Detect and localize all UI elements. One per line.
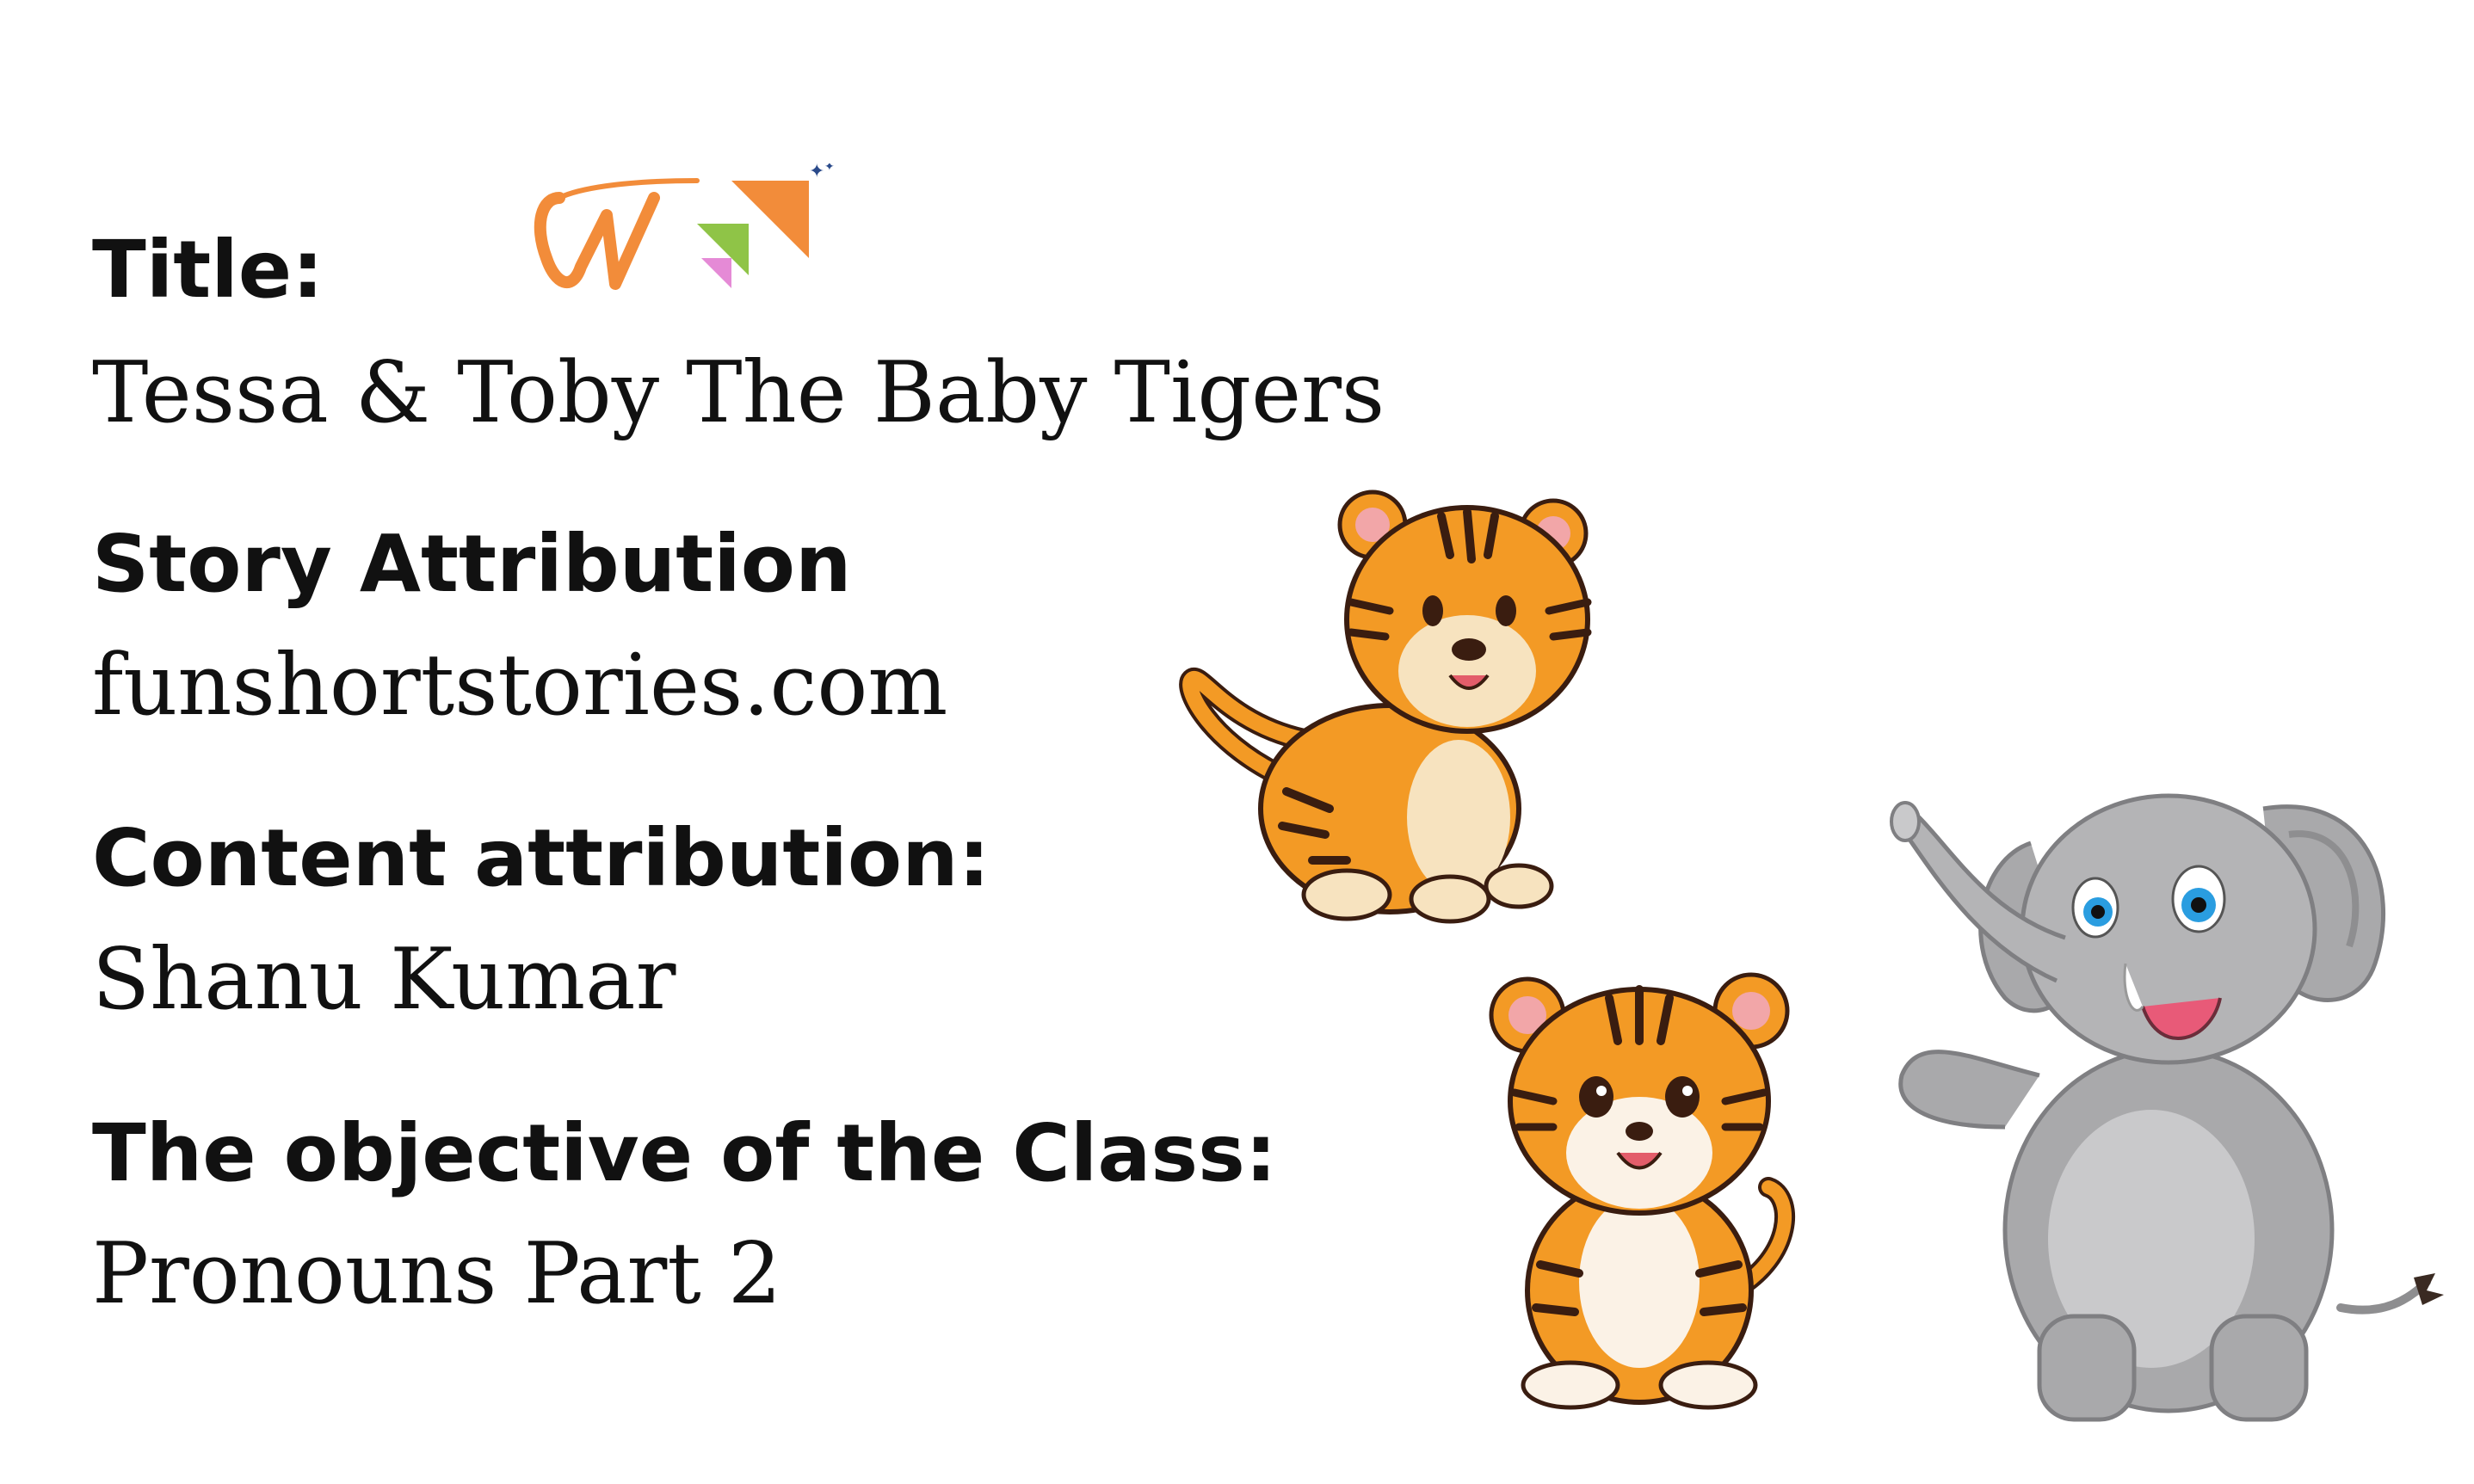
- svg-text:✦: ✦: [824, 163, 835, 174]
- content-attribution-value: Shanu Kumar: [92, 931, 676, 1029]
- story-attribution-value: funshortstories.com: [92, 637, 948, 735]
- w-logo-icon: ✦ ✦: [534, 163, 835, 290]
- tiger-cub-sitting-icon: [1179, 490, 1592, 924]
- slide: Title: Tessa & Toby The Baby Tigers Stor…: [0, 0, 2474, 1484]
- content-attribution-heading: Content attribution:: [92, 812, 990, 904]
- title-value: Tessa & Toby The Baby Tigers: [92, 344, 1385, 442]
- tiger-cub-front-icon: [1489, 972, 1795, 1410]
- story-attribution-heading: Story Attribution: [92, 518, 852, 610]
- objective-value: Pronouns Part 2: [92, 1225, 782, 1323]
- elephant-waving-icon: [1890, 793, 2444, 1422]
- objective-heading: The objective of the Class:: [92, 1107, 1277, 1199]
- svg-text:✦: ✦: [809, 163, 824, 182]
- title-heading: Title:: [92, 224, 324, 316]
